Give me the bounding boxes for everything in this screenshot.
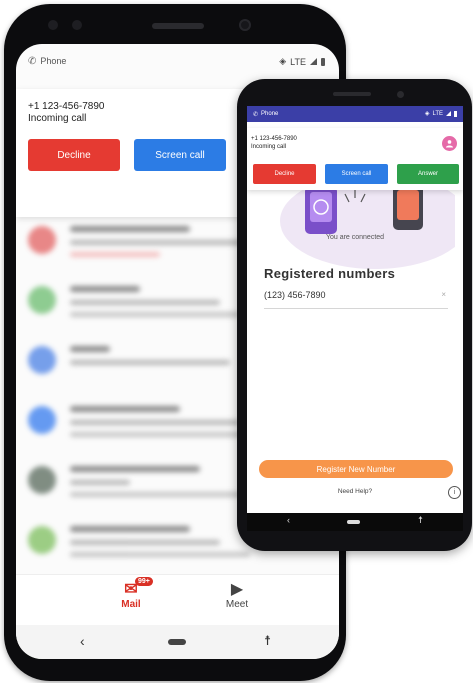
- battery-icon: [321, 57, 325, 66]
- nav-meet-label: Meet: [225, 599, 249, 610]
- signal-icon: [310, 58, 317, 65]
- remove-number-icon[interactable]: ×: [441, 290, 446, 299]
- status-right: ◈ LTE: [425, 110, 457, 117]
- network-label: LTE: [432, 110, 443, 117]
- nav-mail[interactable]: ✉ 99+ Mail: [101, 577, 161, 610]
- signal-icon: [446, 111, 451, 116]
- small-phone-screen: ✆ Phone ◈ LTE +1 123-456-7890 Incoming c…: [247, 106, 463, 521]
- video-icon: ▶: [230, 581, 244, 598]
- screen-call-button[interactable]: Screen call: [134, 139, 226, 171]
- front-camera: [397, 91, 404, 98]
- status-left: ✆ Phone: [253, 111, 278, 118]
- phone-icon: ✆: [253, 111, 259, 118]
- call-status-label: Incoming call: [28, 113, 87, 124]
- speaker-grille: [333, 92, 371, 96]
- back-icon[interactable]: ‹: [287, 515, 290, 525]
- decline-button[interactable]: Decline: [253, 164, 316, 184]
- registered-number-row: (123) 456-7890 ×: [264, 290, 448, 309]
- screen-call-button[interactable]: Screen call: [325, 164, 388, 184]
- phone-small: ✆ Phone ◈ LTE +1 123-456-7890 Incoming c…: [237, 79, 472, 551]
- info-icon[interactable]: i: [448, 486, 461, 499]
- registered-number: (123) 456-7890: [264, 290, 326, 300]
- vibrate-icon: ◈: [279, 56, 287, 66]
- camera-sensor: [72, 20, 82, 30]
- connection-status: You are connected: [325, 234, 385, 241]
- status-app-name: Phone: [261, 111, 279, 117]
- caller-number: +1 123-456-7890: [28, 101, 105, 112]
- back-icon[interactable]: ‹: [80, 633, 85, 649]
- speaker-grille: [152, 23, 204, 29]
- phone-icon: ✆: [28, 55, 37, 67]
- camera-sensor: [48, 20, 58, 30]
- registered-numbers-title: Registered numbers: [264, 266, 396, 281]
- answer-button[interactable]: Answer: [397, 164, 459, 184]
- accessibility-icon[interactable]: ☨: [264, 633, 271, 649]
- caller-avatar-icon: [442, 136, 457, 151]
- vibrate-icon: ◈: [424, 111, 430, 117]
- bottom-navigation: ✉ 99+ Mail ▶ Meet: [16, 574, 339, 625]
- accessibility-icon[interactable]: ☨: [418, 515, 423, 526]
- status-bar: ✆ Phone ◈ LTE: [16, 44, 339, 78]
- status-app-name: Phone: [40, 56, 67, 66]
- status-bar: ✆ Phone ◈ LTE: [247, 106, 463, 122]
- decline-button[interactable]: Decline: [28, 139, 120, 171]
- incoming-call-card: +1 123-456-7890 Incoming call Decline Sc…: [247, 128, 463, 190]
- need-help-link[interactable]: Need Help?: [247, 488, 463, 495]
- nav-mail-label: Mail: [121, 599, 141, 610]
- home-button[interactable]: [168, 639, 186, 645]
- status-right: ◈ LTE: [279, 56, 325, 67]
- nav-meet[interactable]: ▶ Meet: [207, 581, 267, 610]
- call-status-label: Incoming call: [251, 144, 287, 150]
- unread-badge: 99+: [135, 577, 153, 586]
- system-navigation-bar: ‹ ☨: [247, 513, 463, 531]
- front-camera: [239, 19, 251, 31]
- caller-number: +1 123-456-7890: [251, 136, 297, 142]
- home-button[interactable]: [347, 520, 360, 524]
- battery-icon: [454, 110, 457, 117]
- connected-illustration: [280, 176, 455, 269]
- network-label: LTE: [290, 56, 306, 67]
- register-new-number-button[interactable]: Register New Number: [259, 460, 453, 478]
- system-navigation-bar: ‹ ☨: [16, 625, 339, 659]
